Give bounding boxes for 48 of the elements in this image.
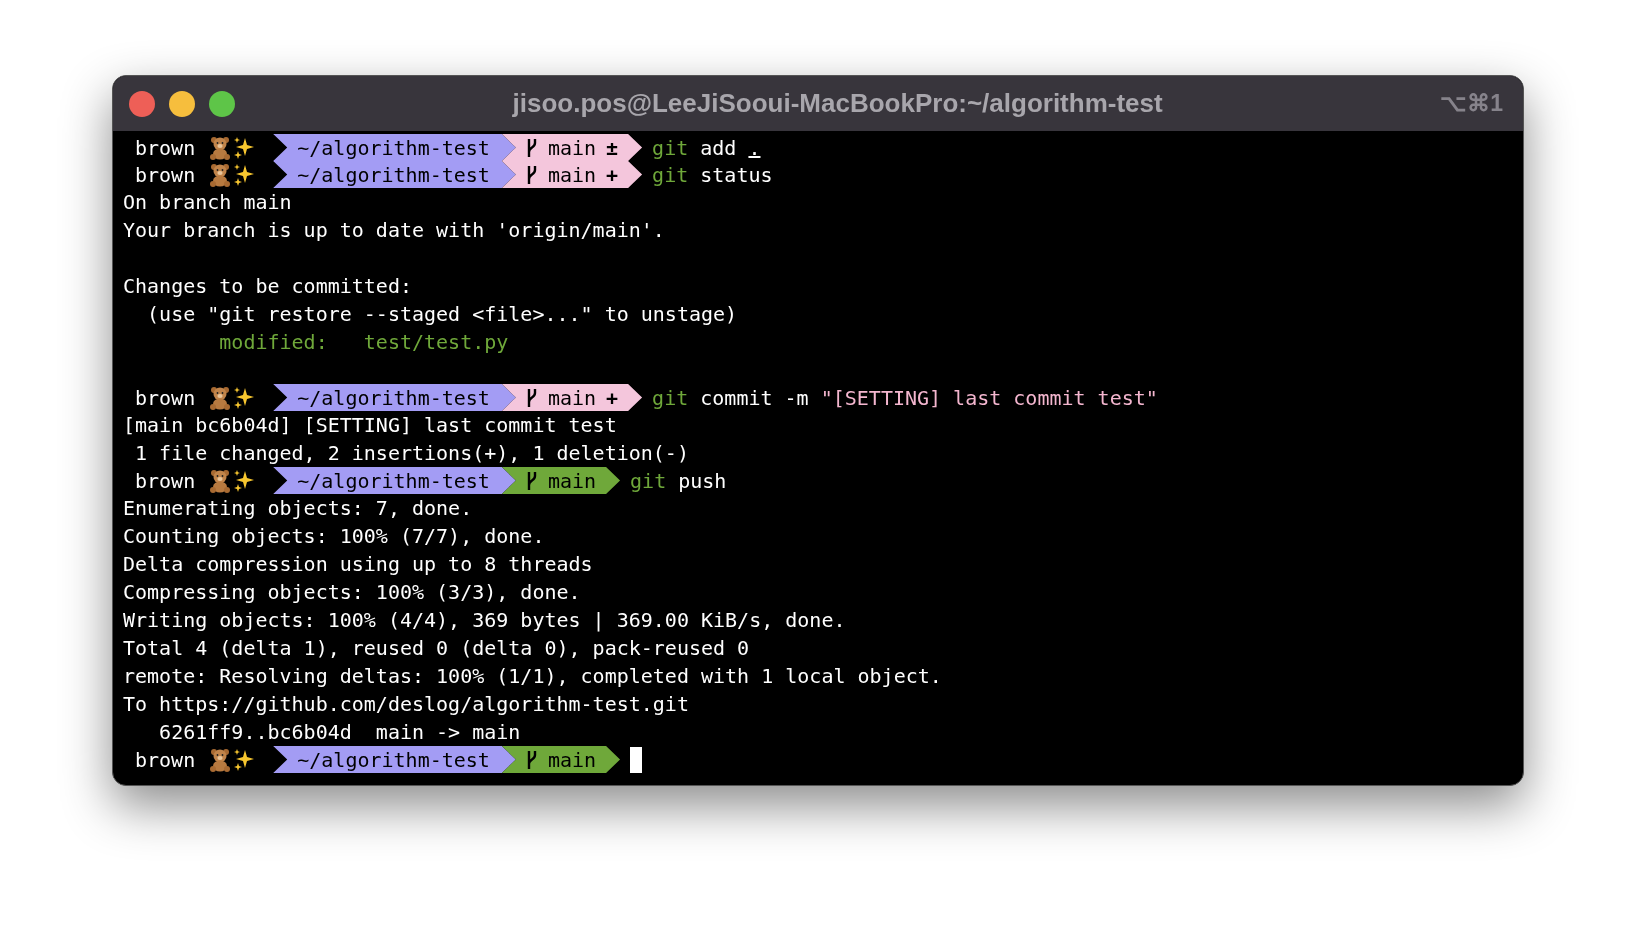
path-text: ~/algorithm-test — [297, 384, 490, 412]
output-line: Delta compression using up to 8 threads — [123, 551, 593, 578]
output-line: [main bc6b04d] [SETTING] last commit test — [123, 412, 617, 439]
output-line: remote: Resolving deltas: 100% (1/1), completed with 1 local object. — [123, 663, 942, 690]
output-line: Changes to be committed: — [123, 273, 412, 300]
prompt-user: brown — [134, 161, 197, 189]
branch-name: main — [547, 746, 597, 774]
branch-icon — [525, 749, 538, 770]
branch-status: + — [606, 384, 619, 412]
branch-icon — [525, 164, 538, 185]
branch-icon — [525, 387, 538, 408]
prompt-user: brown — [134, 746, 197, 774]
command-text: git commit -m "[SETTING] last commit test" — [652, 384, 1158, 412]
branch-name: main — [547, 467, 597, 495]
minimize-button[interactable] — [169, 90, 195, 117]
output-line: modified: test/test.py — [218, 329, 509, 356]
window-title: jisoo.pos@LeeJiSooui-MacBookPro:~/algorithm-test — [512, 87, 1163, 120]
output-line: 6261ff9..bc6b04d main -> main — [158, 719, 521, 746]
command-text: git push — [630, 467, 727, 495]
branch-icon — [525, 470, 538, 491]
branch-status: + — [606, 161, 619, 189]
branch-name: main — [547, 161, 597, 189]
path-text: ~/algorithm-test — [297, 746, 490, 774]
output-line: To https://github.com/deslog/algorithm-test.git — [123, 691, 689, 718]
output-line: On branch main — [123, 189, 292, 216]
branch-name: main — [547, 384, 597, 412]
branch-status: ± — [606, 134, 619, 162]
path-text: ~/algorithm-test — [297, 467, 490, 495]
output-line: Your branch is up to date with 'origin/main'. — [123, 217, 665, 244]
command-text: git status — [652, 161, 773, 189]
prompt-user: brown — [134, 134, 197, 162]
output-line: Enumerating objects: 7, done. — [123, 495, 473, 522]
prompt-user: brown — [134, 467, 197, 495]
branch-icon — [525, 137, 538, 158]
prompt-user: brown — [134, 384, 197, 412]
output-line: Compressing objects: 100% (3/3), done. — [123, 579, 581, 606]
output-line: Total 4 (delta 1), reused 0 (delta 0), pack-reused 0 — [123, 635, 750, 662]
output-line: Counting objects: 100% (7/7), done. — [123, 523, 545, 550]
close-button[interactable] — [129, 90, 155, 117]
output-line: 1 file changed, 2 insertions(+), 1 deletion(-) — [134, 440, 689, 467]
output-line: Writing objects: 100% (4/4), 369 bytes | 369.00 KiB/s, done. — [123, 607, 846, 634]
path-text: ~/algorithm-test — [297, 161, 490, 189]
shortcut-text: ⌥⌘1 — [1440, 89, 1504, 119]
zoom-button[interactable] — [209, 90, 235, 117]
command-text: git add . — [652, 134, 761, 162]
branch-name: main — [547, 134, 597, 162]
output-line: (use "git restore --staged <file>..." to unstage) — [146, 301, 738, 328]
path-text: ~/algorithm-test — [297, 134, 490, 162]
